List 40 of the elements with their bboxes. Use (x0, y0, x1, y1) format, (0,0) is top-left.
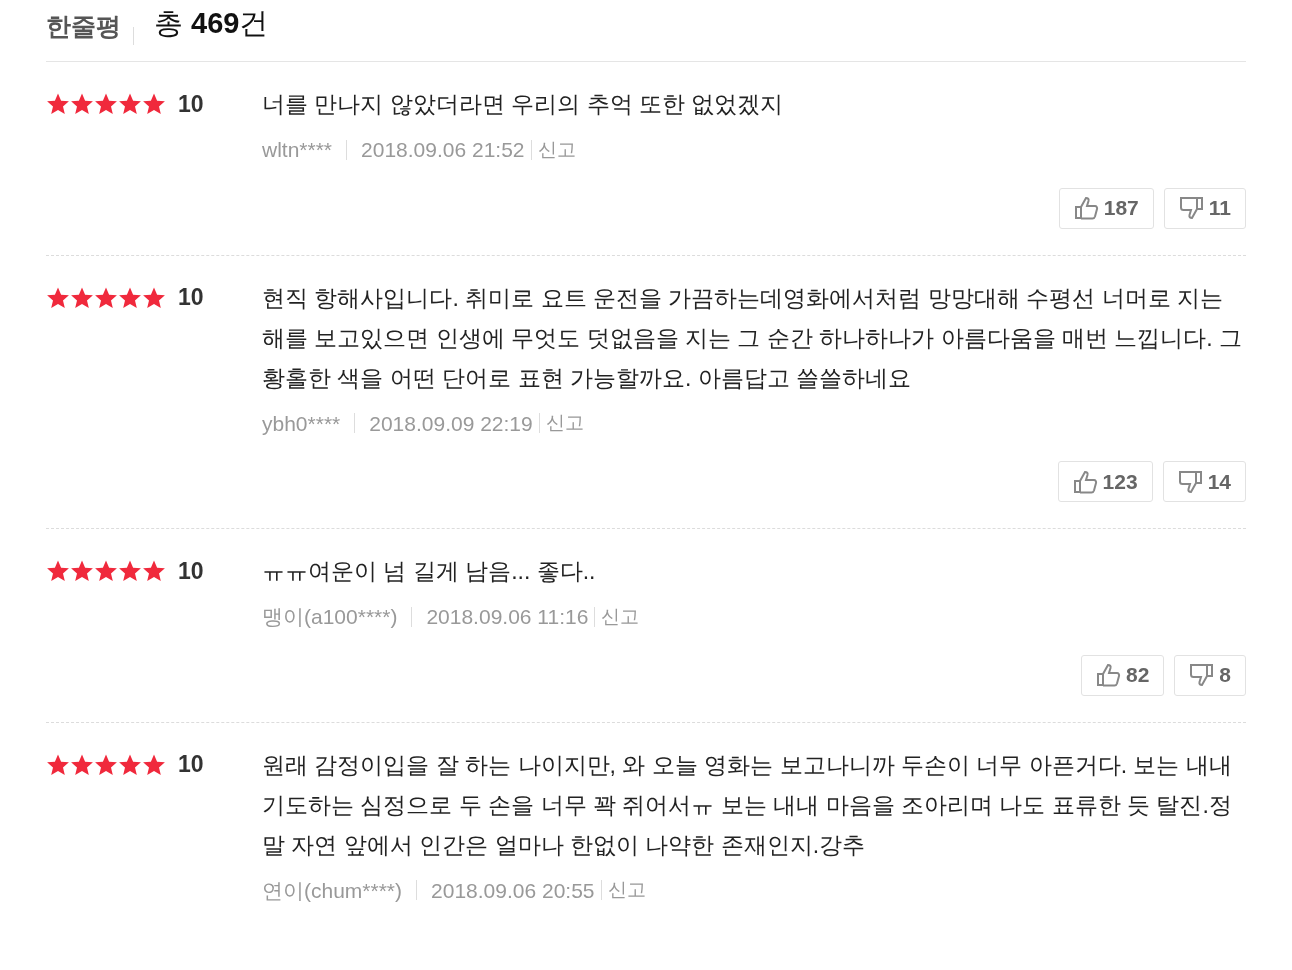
star-icon (94, 559, 118, 583)
review-text: 너를 만나지 않았더라면 우리의 추억 또한 없었겠지 (262, 90, 785, 119)
dislike-button[interactable]: 11 (1163, 187, 1246, 229)
thumbs-up-icon (1072, 469, 1099, 494)
review-date: 2018.09.06 20:55 (431, 877, 595, 904)
dislike-button[interactable]: 14 (1162, 461, 1246, 502)
review-date: 2018.09.09 22:19 (369, 410, 533, 437)
star-icon (70, 92, 94, 116)
author-name: 연이(chum****) (262, 877, 403, 904)
star-icon (94, 92, 118, 116)
review-text: 원래 감정이입을 잘 하는 나이지만, 와 오늘 영화는 보고나니까 두손이 너무 아픈거다. 보는 내내 기도하는 심정으로 두 손을 너무 꽉 쥐어서ㅠ 보는 내내 마음을 조아리며 나도 표류한 듯 탈진.정말 자연 앞에서 인간은 얼마나 한없이 나약한 존재인지.강추 (262, 750, 1233, 860)
star-icon (70, 559, 94, 583)
score: 10 (178, 89, 204, 119)
review-date: 2018.09.06 21:52 (361, 137, 525, 163)
star-icon (46, 559, 70, 583)
thumbs-up-icon (1095, 663, 1122, 687)
star-icon (118, 92, 142, 116)
like-button[interactable]: 123 (1057, 461, 1153, 502)
star-icon (142, 559, 166, 583)
thumbs-down-icon (1178, 196, 1205, 220)
score: 10 (178, 283, 204, 313)
review-text: ㅠㅠ여운이 넘 길게 남음... 좋다.. (262, 557, 597, 586)
dislike-button[interactable]: 8 (1174, 654, 1246, 696)
thumbs-down-icon (1189, 663, 1216, 687)
review-text: 현직 항해사입니다. 취미로 요트 운전을 가끔하는데영화에서처럼 망망대해 수평선 너머로 지는 해를 보고있으면 인생에 무엇도 덧없음을 지는 그 순간 하나하나가 아름다움을 매번 느낍니다. 그 황홀한 색을 어떤 단어로 표현 가능할까요. 아름답고 쓸쓸하네요 (262, 283, 1244, 393)
star-icon (142, 92, 166, 116)
thumbs-down-icon (1177, 469, 1204, 494)
star-icon (46, 92, 70, 116)
score: 10 (178, 750, 204, 780)
total-count: 총 469건 (154, 5, 269, 41)
author-name: 맹이(a100****) (262, 604, 398, 630)
author-name: wltn**** (262, 137, 333, 163)
review-date: 2018.09.06 11:16 (426, 604, 589, 630)
section-title: 한줄평 (46, 10, 121, 42)
like-button[interactable]: 82 (1080, 654, 1165, 696)
score: 10 (178, 556, 204, 586)
thumbs-up-icon (1073, 196, 1100, 220)
author-name: ybh0**** (262, 410, 341, 437)
like-button[interactable]: 187 (1058, 187, 1154, 229)
star-icon (118, 559, 142, 583)
